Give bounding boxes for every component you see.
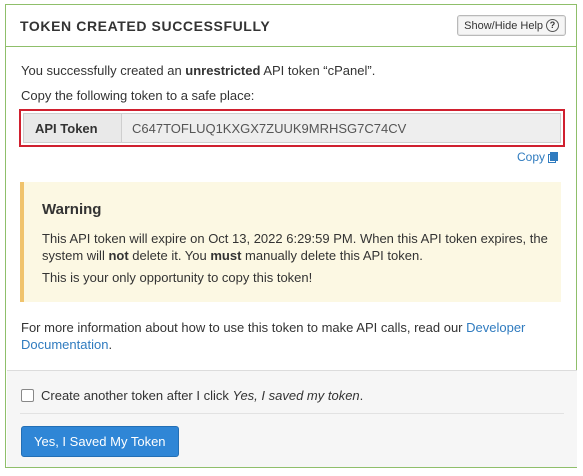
- create-another-token-checkbox[interactable]: [21, 389, 34, 402]
- warning-text-c: manually delete this API token.: [241, 248, 423, 263]
- info-text-body: For more information about how to use th…: [21, 320, 467, 335]
- api-token-field: API Token C647TOFLUQ1KXGX7ZUUK9MRHSG7C74…: [19, 109, 565, 147]
- warning-callout: Warning This API token will expire on Oc…: [20, 182, 561, 302]
- copy-icon: [548, 152, 558, 163]
- checkbox-label-end: .: [359, 388, 364, 403]
- create-another-token-label: Create another token after I click Yes, …: [41, 388, 363, 403]
- show-hide-help-button[interactable]: Show/Hide Help ?: [457, 15, 566, 36]
- warning-text-b: delete it. You: [128, 248, 211, 263]
- panel-footer: Create another token after I click Yes, …: [7, 370, 577, 467]
- copy-link-label: Copy: [516, 150, 545, 164]
- question-circle-icon: ?: [546, 19, 559, 32]
- create-another-token-option[interactable]: Create another token after I click Yes, …: [21, 388, 363, 403]
- warning-text-not: not: [108, 248, 129, 263]
- copy-instruction: Copy the following token to a safe place…: [21, 88, 255, 103]
- warning-text-must: must: [210, 248, 242, 263]
- footer-divider: [20, 413, 564, 414]
- info-text: For more information about how to use th…: [21, 319, 561, 353]
- info-text-end: .: [108, 337, 113, 352]
- api-token-label: API Token: [23, 113, 121, 143]
- help-button-label: Show/Hide Help: [464, 19, 543, 32]
- success-text-bold: unrestricted: [185, 63, 261, 78]
- success-text-b: API token “cPanel”.: [260, 63, 376, 78]
- panel-header: TOKEN CREATED SUCCESSFULLY Show/Hide Hel…: [6, 5, 576, 47]
- checkbox-label-em: Yes, I saved my token: [232, 388, 360, 403]
- checkbox-label-text: Create another token after I click: [41, 388, 233, 403]
- warning-title: Warning: [42, 201, 102, 218]
- success-message: You successfully created an unrestricted…: [21, 63, 375, 78]
- copy-link[interactable]: Copy: [516, 150, 558, 164]
- success-text-a: You successfully created an: [21, 63, 186, 78]
- warning-only-opportunity-text: This is your only opportunity to copy th…: [42, 270, 313, 285]
- yes-saved-token-button[interactable]: Yes, I Saved My Token: [21, 426, 179, 457]
- api-token-value[interactable]: C647TOFLUQ1KXGX7ZUUK9MRHSG7C74CV: [121, 113, 561, 143]
- token-created-panel: TOKEN CREATED SUCCESSFULLY Show/Hide Hel…: [5, 4, 577, 468]
- panel-title: TOKEN CREATED SUCCESSFULLY: [20, 17, 271, 34]
- warning-expiry-text: This API token will expire on Oct 13, 20…: [42, 230, 562, 264]
